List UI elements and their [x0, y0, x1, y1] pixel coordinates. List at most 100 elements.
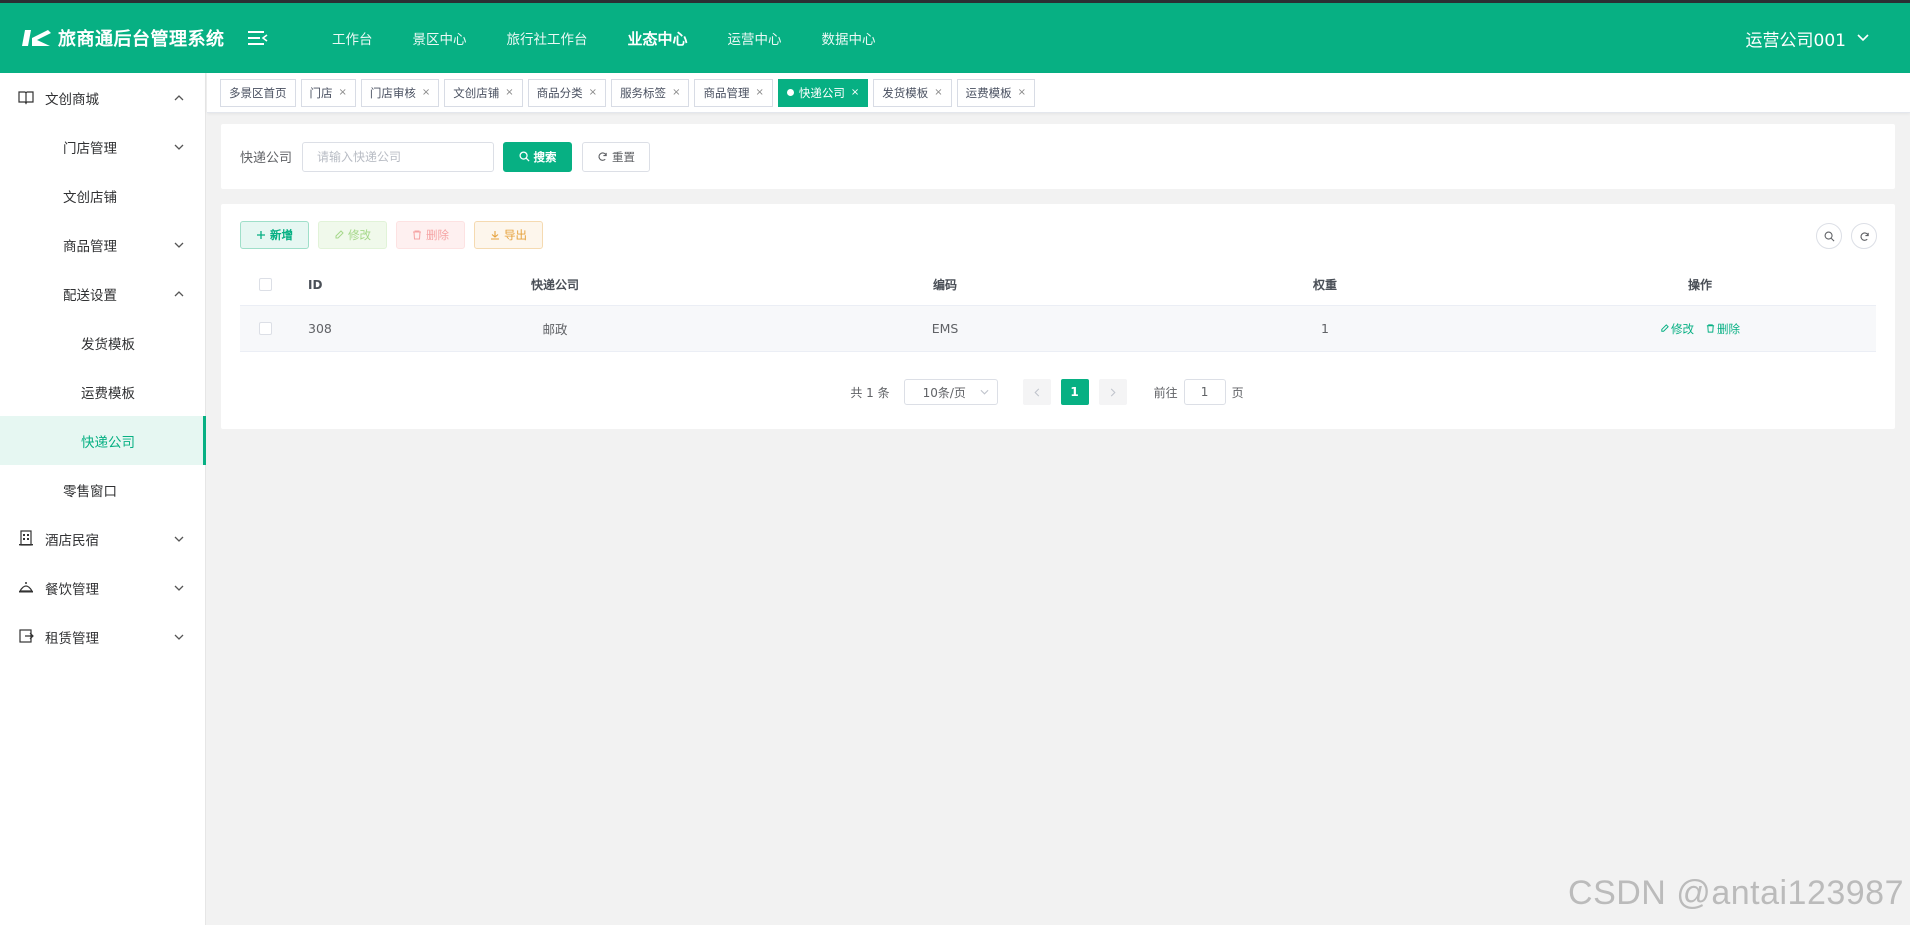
column-header-actions: 操作: [1687, 278, 1712, 292]
tag-service-label[interactable]: 服务标签 ×: [611, 78, 690, 107]
table-row[interactable]: 308 邮政 EMS 1 修改 删除: [240, 306, 1876, 352]
tag-label: 多景区首页: [229, 85, 287, 100]
topnav-business-center[interactable]: 业态中心: [608, 3, 708, 73]
refresh-icon: [1860, 231, 1869, 241]
sidebar-item-label: 酒店民宿: [45, 532, 99, 549]
topnav-data-center[interactable]: 数据中心: [802, 3, 896, 73]
row-checkbox[interactable]: [259, 322, 272, 335]
select-all-checkbox[interactable]: [259, 278, 272, 291]
chevron-left-icon: [1034, 388, 1039, 396]
sidebar-item-store-management[interactable]: 门店管理: [0, 122, 205, 171]
close-icon[interactable]: ×: [934, 87, 942, 98]
column-header-company[interactable]: 快递公司: [490, 276, 620, 293]
pagination-total: 共 1 条: [850, 385, 890, 400]
topnav-scenic-center[interactable]: 景区中心: [393, 3, 487, 73]
top-nav: 工作台 景区中心 旅行社工作台 业态中心 运营中心 数据中心: [312, 3, 896, 73]
prev-page-button[interactable]: [1022, 379, 1051, 405]
search-form: 快递公司 搜索 重置: [221, 124, 1895, 189]
chevron-down-icon: [980, 389, 989, 395]
plus-icon: [257, 231, 265, 239]
refresh-button[interactable]: [1851, 223, 1877, 249]
sidebar-item-cultural-mall[interactable]: 文创商城: [0, 73, 205, 122]
tag-cultural-shop[interactable]: 文创店铺 ×: [444, 78, 523, 107]
page-size-select[interactable]: 10条/页: [903, 379, 998, 405]
close-icon[interactable]: ×: [422, 87, 430, 98]
column-header-id[interactable]: ID: [308, 278, 368, 292]
sidebar-item-shipping-template[interactable]: 发货模板: [0, 318, 205, 367]
close-icon[interactable]: ×: [851, 87, 859, 98]
express-company-label: 快递公司: [240, 151, 293, 166]
trash-icon: [1706, 324, 1715, 333]
close-icon[interactable]: ×: [755, 87, 763, 98]
row-delete-link[interactable]: 删除: [1706, 321, 1740, 337]
sidebar-toggle-icon[interactable]: [246, 28, 270, 48]
app-logo[interactable]: 旅商通后台管理系统: [0, 25, 240, 51]
tag-multi-scenic-home[interactable]: 多景区首页: [220, 78, 296, 107]
tag-label: 商品管理: [703, 85, 750, 100]
goto-label: 前往: [1153, 385, 1178, 400]
sidebar-item-label: 租赁管理: [45, 630, 99, 647]
trash-icon: [413, 230, 421, 240]
logo-mark-icon: [22, 30, 51, 46]
sidebar-item-retail-window[interactable]: 零售窗口: [0, 465, 205, 514]
topnav-agency-workbench[interactable]: 旅行社工作台: [487, 3, 608, 73]
export-button[interactable]: 导出: [474, 221, 543, 249]
sidebar-item-goods-management[interactable]: 商品管理: [0, 220, 205, 269]
sidebar-item-label: 零售窗口: [63, 483, 117, 500]
sidebar-item-rental[interactable]: 租赁管理: [0, 612, 205, 661]
tag-label: 服务标签: [620, 85, 667, 100]
close-icon[interactable]: ×: [1018, 87, 1026, 98]
tag-goods-management[interactable]: 商品管理 ×: [694, 78, 773, 107]
sidebar-item-label: 快递公司: [81, 434, 135, 451]
column-header-code[interactable]: 编码: [880, 276, 1010, 293]
tag-goods-category[interactable]: 商品分类 ×: [527, 78, 607, 107]
express-company-input[interactable]: [302, 141, 495, 172]
close-icon[interactable]: ×: [589, 87, 597, 98]
toggle-search-button[interactable]: [1816, 223, 1842, 249]
cell-weight: 1: [1321, 321, 1329, 336]
cell-id: 308: [308, 321, 332, 336]
sidebar-item-hotel[interactable]: 酒店民宿: [0, 514, 205, 563]
tags-view-bar: 多景区首页 门店 × 门店审核 × 文创店铺 × 商品分类 × 服务标签 × 商品管理 × …: [207, 73, 1910, 113]
tag-store[interactable]: 门店 ×: [300, 78, 356, 107]
user-menu[interactable]: 运营公司001: [1746, 3, 1870, 73]
close-icon[interactable]: ×: [672, 87, 680, 98]
edit-icon: [335, 230, 344, 239]
sidebar-item-freight-template[interactable]: 运费模板: [0, 367, 205, 416]
search-button-label: 搜索: [533, 149, 557, 164]
sidebar-item-cultural-shop[interactable]: 文创店铺: [0, 171, 205, 220]
edit-icon: [1661, 324, 1669, 332]
sidebar-item-label: 发货模板: [81, 336, 135, 353]
tag-store-review[interactable]: 门店审核 ×: [360, 78, 440, 107]
next-page-button[interactable]: [1098, 379, 1127, 405]
edit-button[interactable]: 修改: [318, 221, 387, 249]
sidebar-item-dining[interactable]: 餐饮管理: [0, 563, 205, 612]
tag-express-company[interactable]: 快递公司 ×: [777, 78, 869, 107]
chevron-down-icon: [174, 634, 184, 640]
row-edit-link[interactable]: 修改: [1660, 321, 1694, 337]
tag-label: 门店: [309, 85, 333, 100]
dining-icon: [18, 582, 34, 593]
row-select-cell: [259, 322, 272, 335]
reset-button[interactable]: 重置: [582, 141, 651, 172]
topnav-workbench[interactable]: 工作台: [312, 3, 393, 73]
search-button[interactable]: 搜索: [503, 141, 573, 172]
sidebar-item-express-company[interactable]: 快递公司: [0, 416, 206, 465]
add-button[interactable]: 新增: [240, 221, 309, 249]
close-icon[interactable]: ×: [505, 87, 513, 98]
cell-company: 邮政: [542, 322, 568, 337]
sidebar-item-delivery-settings[interactable]: 配送设置: [0, 269, 205, 318]
close-icon[interactable]: ×: [339, 87, 347, 98]
delete-button[interactable]: 删除: [396, 221, 465, 249]
tag-shipping-template[interactable]: 发货模板 ×: [873, 78, 952, 107]
column-header-weight[interactable]: 权重: [1260, 276, 1390, 293]
topnav-operation-center[interactable]: 运营中心: [708, 3, 802, 73]
goto-page-input[interactable]: [1183, 379, 1226, 405]
tag-freight-template[interactable]: 运费模板 ×: [956, 78, 1036, 107]
page-unit-label: 页: [1231, 385, 1244, 400]
page-number-current[interactable]: 1: [1060, 379, 1089, 405]
tag-label: 商品分类: [536, 85, 583, 100]
download-icon: [491, 231, 499, 240]
table-card: 新增 修改 删除 导出 ID 快递公司 编码 权重 操作 308 邮政 EMS …: [221, 204, 1895, 429]
select-all-cell: [259, 278, 272, 291]
